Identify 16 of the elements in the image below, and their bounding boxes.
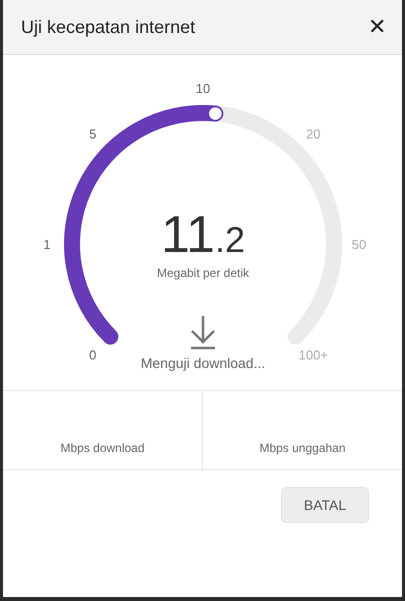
result-label: Mbps download: [60, 441, 145, 455]
speed-unit: Megabit per detik: [156, 266, 250, 280]
close-button[interactable]: ✕: [368, 16, 386, 38]
gauge-tick-label: 20: [306, 126, 321, 142]
download-icon: [190, 314, 216, 350]
status-text: Menguji download...: [140, 355, 266, 371]
gauge-tick-label: 5: [89, 126, 96, 142]
gauge-tick-label: 1: [43, 237, 51, 252]
dialog-title: Uji kecepatan internet: [21, 16, 196, 38]
cancel-button[interactable]: BATAL: [281, 487, 369, 523]
gauge-tick-label: 100+: [298, 347, 328, 362]
gauge-tick-label: 10: [196, 81, 210, 96]
gauge-tick-label: 0: [89, 347, 96, 362]
result-label: Mbps unggahan: [259, 441, 346, 455]
gauge-tick-label: 50: [352, 237, 366, 252]
speed-value: 11.2: [161, 206, 245, 264]
